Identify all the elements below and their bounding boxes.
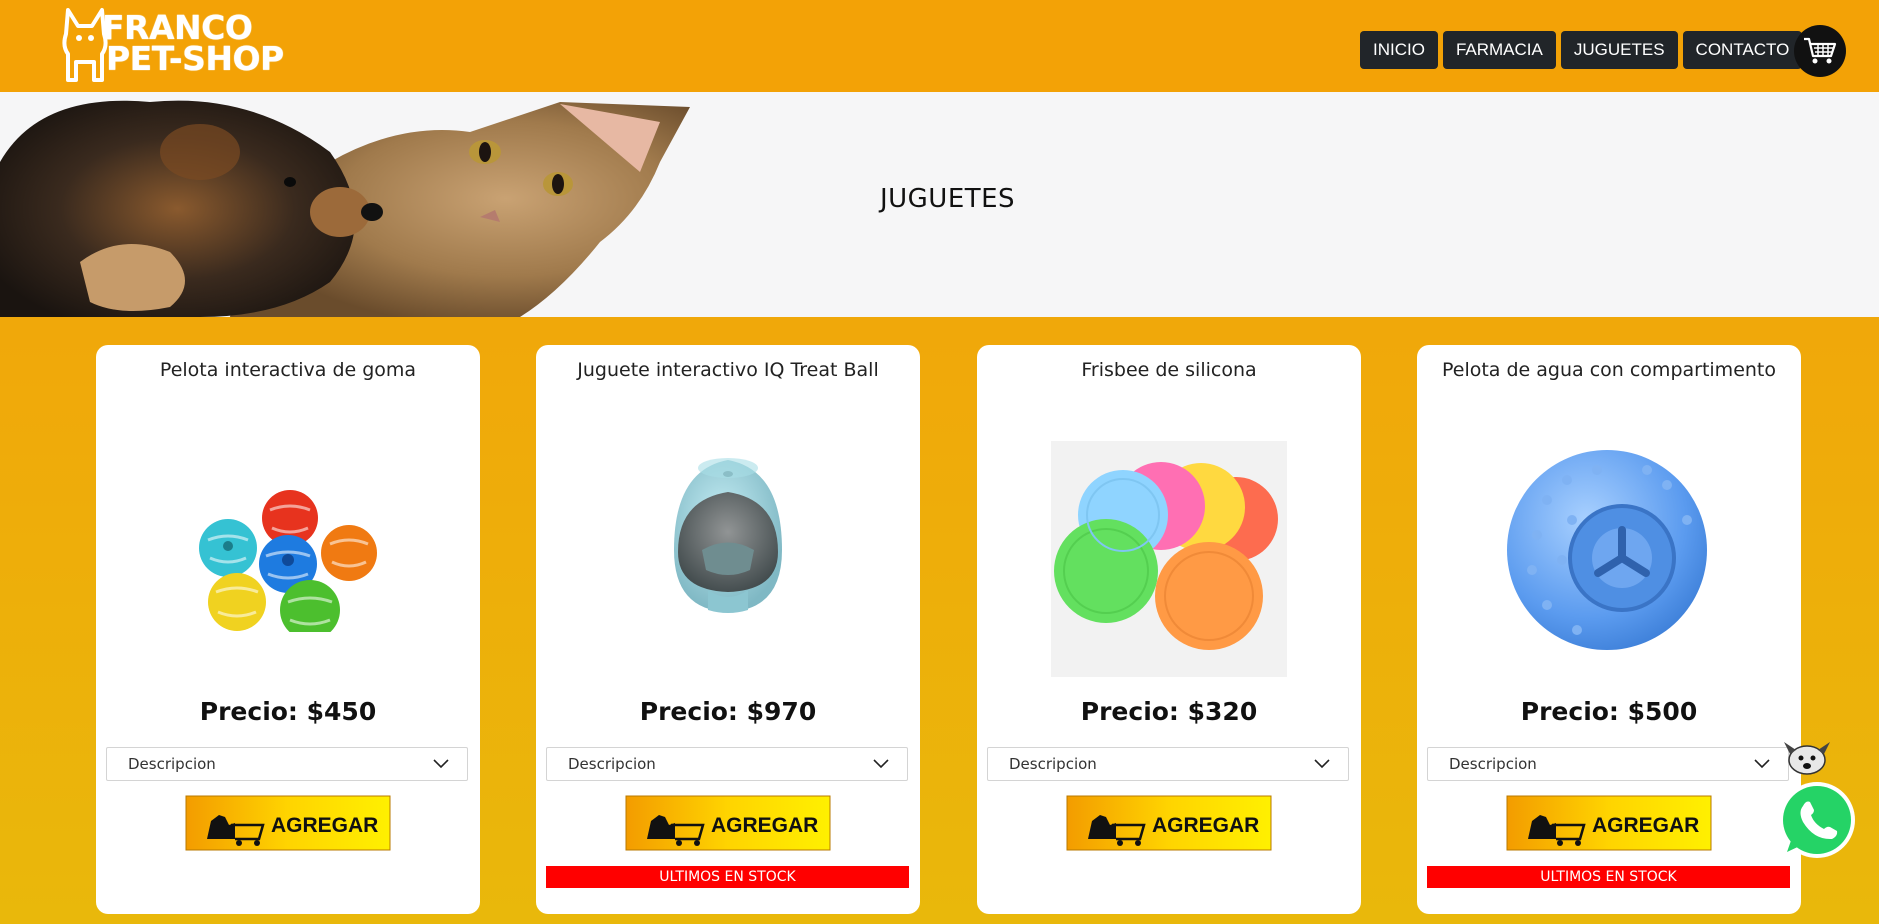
stock-banner: ULTIMOS EN STOCK [546,866,909,888]
description-dropdown[interactable]: Descripcion [1427,747,1789,781]
page-title: JUGUETES [879,184,1016,214]
product-title: Frisbee de silicona [1081,359,1257,381]
stock-banner: ULTIMOS EN STOCK [1427,866,1790,888]
product-card: Pelota interactiva de goma Precio: $450 … [96,345,480,914]
nav-links: INICIO FARMACIA JUGUETES CONTACTO [1360,31,1803,69]
product-card: Frisbee de silicona Precio: $320 Descrip… [977,345,1361,914]
description-dropdown[interactable]: Descripcion [546,747,908,781]
add-to-cart-button[interactable]: AGREGAR [1066,795,1272,851]
nav-inicio[interactable]: INICIO [1360,31,1438,69]
chevron-down-icon [873,759,889,769]
rubber-balls-image [199,490,377,632]
header-navbar: FRANCO PET-SHOP INICIO FARMACIA JUGUETES… [0,0,1879,92]
brand-line2: PET-SHOP [106,39,284,78]
description-dropdown[interactable]: Descripcion [987,747,1349,781]
chevron-down-icon [1314,759,1330,769]
description-label: Descripcion [128,755,216,773]
brand-name: FRANCO PET-SHOP [102,11,284,78]
product-card: Pelota de agua con compartimento Precio:… [1417,345,1801,914]
water-ball-image [1507,450,1707,650]
add-to-cart-button[interactable]: AGREGAR [625,795,831,851]
whatsapp-icon [1779,742,1855,858]
add-button-label: AGREGAR [271,814,378,837]
iq-treat-ball-image [674,458,782,613]
add-button-label: AGREGAR [711,814,818,837]
product-price: Precio: $320 [1080,697,1258,726]
nav-contacto[interactable]: CONTACTO [1682,31,1803,69]
description-dropdown[interactable]: Descripcion [106,747,468,781]
chevron-down-icon [433,759,449,769]
product-title: Pelota interactiva de goma [159,359,417,381]
silicone-frisbees-image [1051,441,1287,677]
product-card: Juguete interactivo IQ Treat Ball Precio… [536,345,920,914]
product-price: Precio: $450 [199,697,377,726]
brand-logo[interactable]: FRANCO PET-SHOP [62,6,302,84]
cart-button[interactable] [1794,25,1846,77]
cart-icon [1804,37,1837,64]
product-title: Pelota de agua con compartimento [1441,359,1776,381]
dog-peek-icon [1784,742,1830,775]
whatsapp-button[interactable] [1762,740,1872,860]
description-label: Descripcion [1009,755,1097,773]
description-label: Descripcion [568,755,656,773]
nav-farmacia[interactable]: FARMACIA [1442,31,1556,69]
add-button-label: AGREGAR [1152,814,1259,837]
product-price: Precio: $500 [1520,697,1698,726]
nav-juguetes[interactable]: JUGUETES [1560,31,1678,69]
hero-banner: JUGUETES [0,92,1879,317]
add-to-cart-button[interactable]: AGREGAR [185,795,391,851]
product-title: Juguete interactivo IQ Treat Ball [577,359,879,381]
add-button-label: AGREGAR [1592,814,1699,837]
add-to-cart-button[interactable]: AGREGAR [1506,795,1712,851]
product-price: Precio: $970 [639,697,817,726]
description-label: Descripcion [1449,755,1537,773]
